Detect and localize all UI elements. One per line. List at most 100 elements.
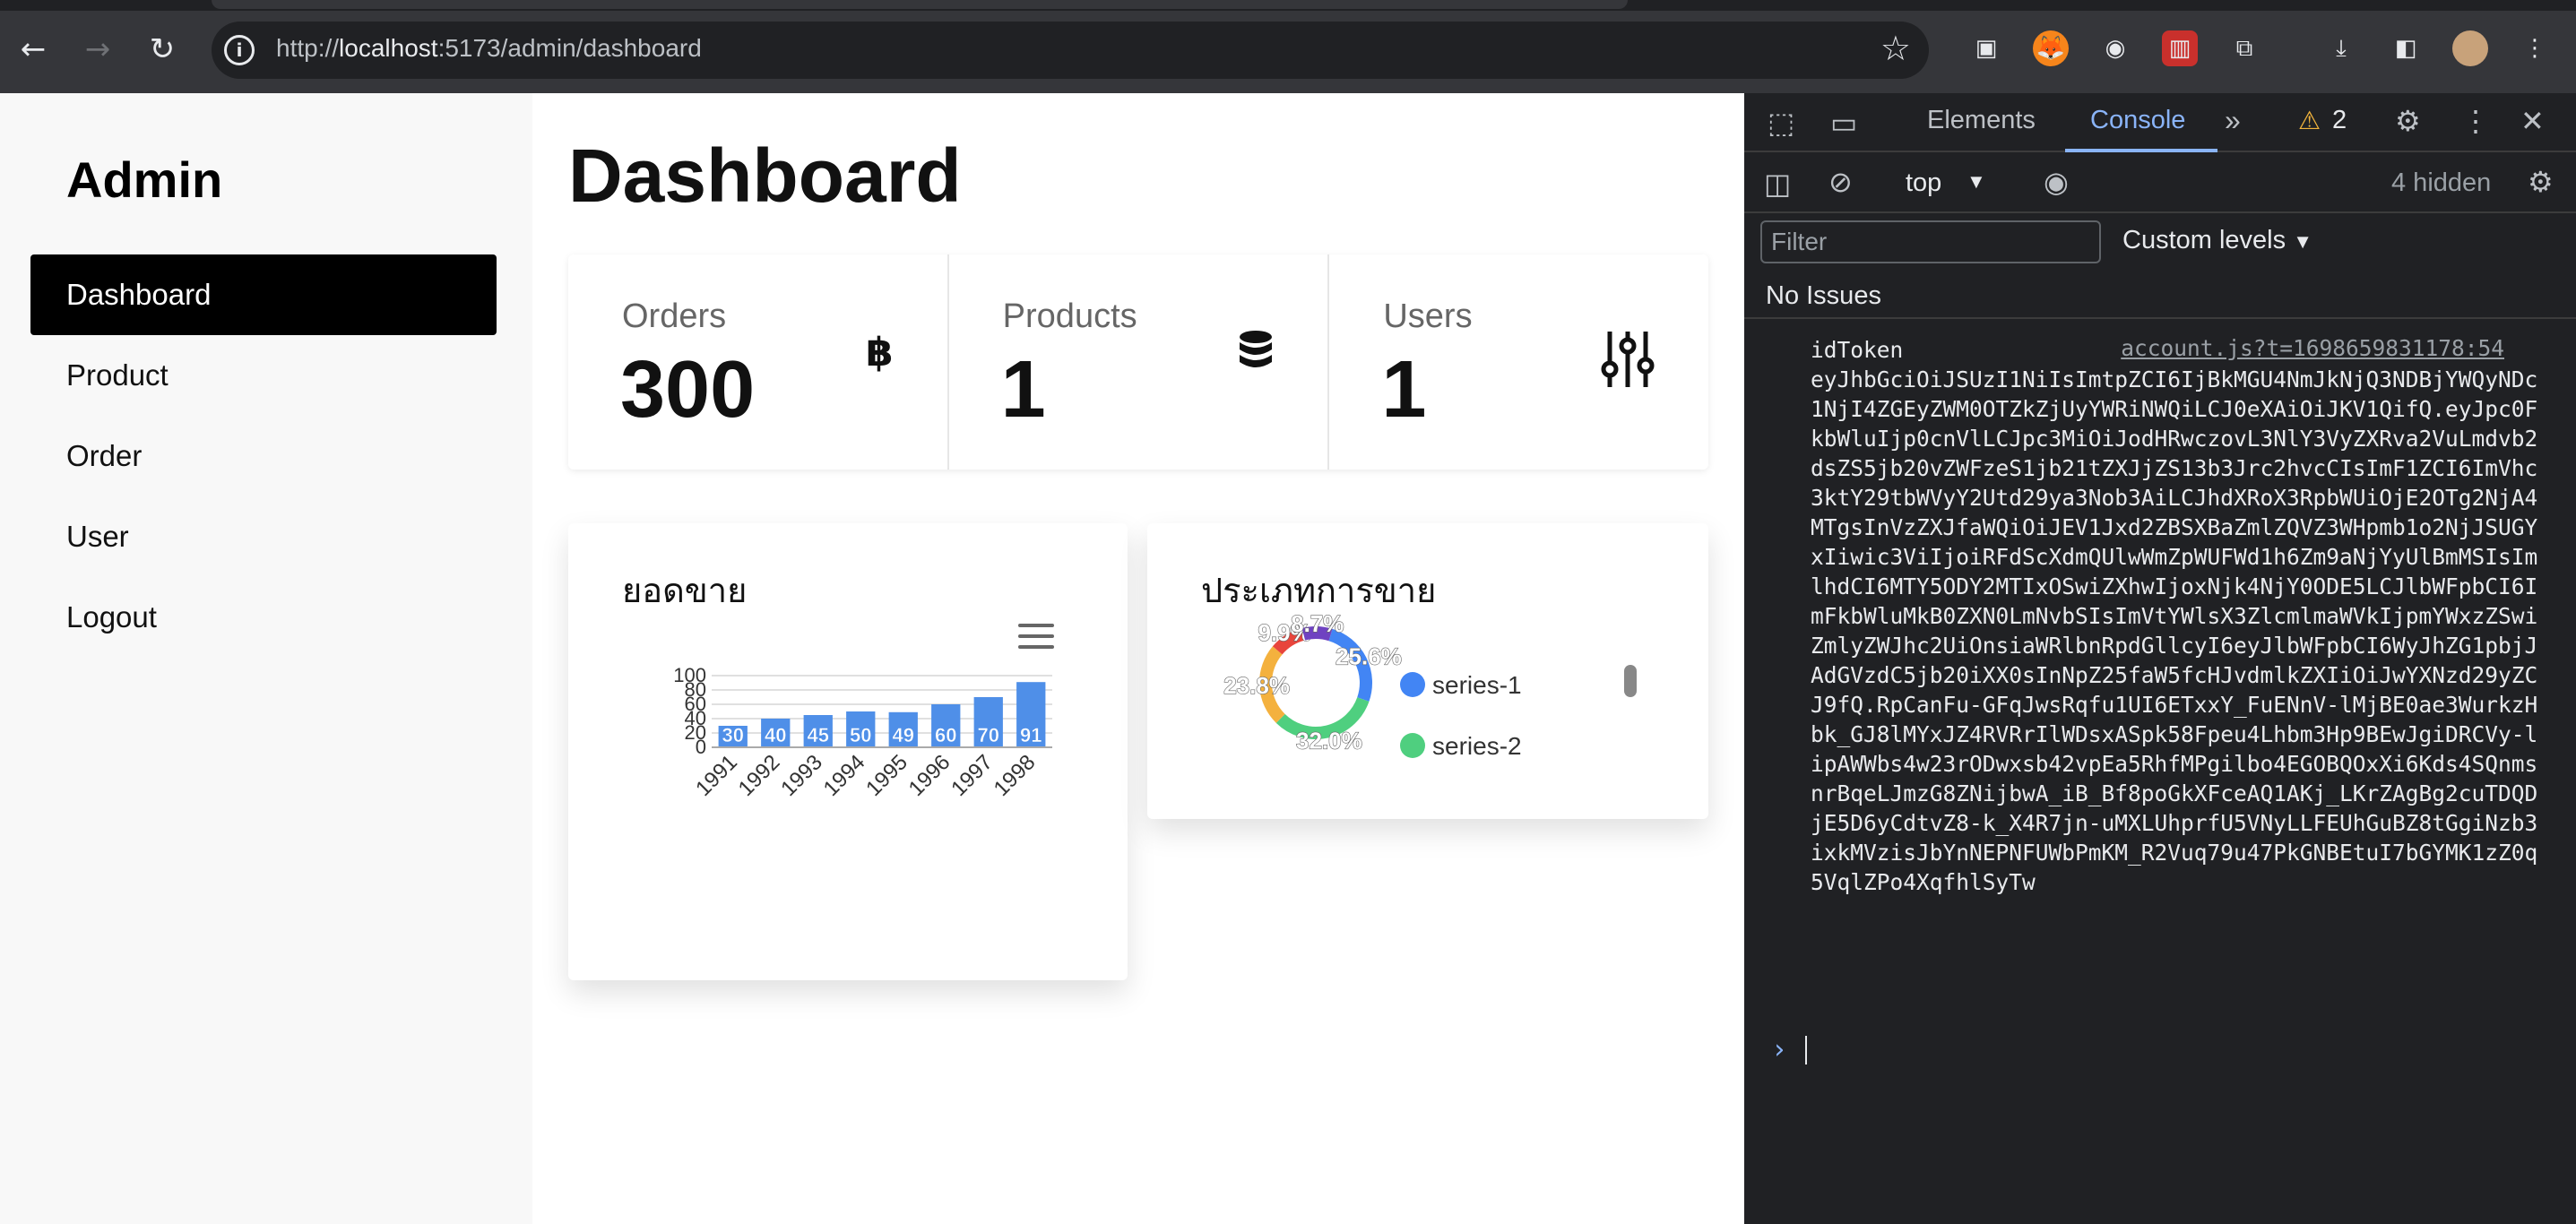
- legend-marker: [1400, 672, 1425, 697]
- bookmark-star-icon[interactable]: ☆: [1880, 29, 1911, 68]
- console-input[interactable]: [1805, 1036, 1807, 1065]
- x-tick-label: 1995: [861, 750, 912, 801]
- hidden-count: 4 hidden: [2391, 168, 2492, 197]
- log-levels-label: Custom levels: [2122, 226, 2286, 254]
- bar-data-label: 45: [808, 724, 829, 746]
- x-tick-label: 1992: [734, 750, 785, 801]
- devtools-tab-bar: ⬚ ▭ Elements Console » ⚠ 2 ⚙ ⋮ ✕: [1744, 93, 2576, 152]
- bar-data-label: 70: [978, 724, 999, 746]
- sidebar-toggle-icon[interactable]: ◫: [1764, 167, 1791, 201]
- spy-extension-icon[interactable]: ◉: [2097, 30, 2133, 66]
- x-tick-label: 1998: [990, 750, 1041, 801]
- bar-data-label: 30: [722, 724, 744, 746]
- forward-icon[interactable]: →: [75, 27, 120, 72]
- url-scheme: http://: [276, 34, 340, 62]
- clear-console-icon[interactable]: ⊘: [1828, 165, 1853, 199]
- stat-label: Users: [1383, 297, 1473, 335]
- picture-in-picture-icon[interactable]: ▣: [1968, 30, 2004, 66]
- bar-data-label: 50: [850, 724, 871, 746]
- stats-row: Orders 300 ฿ Products 1 Users 1: [568, 254, 1708, 470]
- baht-icon: ฿: [866, 330, 894, 375]
- sliders-icon: [1601, 330, 1655, 399]
- inspect-element-icon[interactable]: ⬚: [1768, 106, 1794, 140]
- sidebar-item-user[interactable]: User: [30, 496, 497, 577]
- page-title: Dashboard: [568, 134, 962, 218]
- sales-bar-chart: 1008060402003019914019924519935019944919…: [673, 664, 1052, 801]
- stat-value: 1: [1381, 345, 1427, 435]
- database-icon: [1238, 330, 1274, 381]
- warning-icon[interactable]: ⚠: [2298, 106, 2321, 135]
- sidebar-item-dashboard[interactable]: Dashboard: [30, 254, 497, 335]
- settings-gear-icon[interactable]: ⚙: [2395, 104, 2421, 138]
- issues-status: No Issues: [1766, 281, 1881, 310]
- slice-data-label: 25.6%: [1336, 642, 1402, 669]
- log-levels-dropdown[interactable]: Custom levels ▼: [2122, 226, 2312, 255]
- metamask-extension-icon[interactable]: 🦊: [2033, 30, 2069, 66]
- devtools-menu-icon[interactable]: ⋮: [2461, 104, 2490, 138]
- chrome-menu-icon[interactable]: ⋮: [2517, 30, 2553, 66]
- stat-card-users: Users 1: [1329, 254, 1708, 470]
- sidebar: Admin Dashboard Product Order User Logou…: [0, 93, 532, 1224]
- console-toolbar: ◫ ⊘ top ▼ ◉ 4 hidden ⚙: [1744, 154, 2576, 213]
- slice-data-label: 23.8%: [1223, 672, 1290, 699]
- divider: [1744, 317, 2576, 319]
- sidebar-menu: Dashboard Product Order User Logout: [30, 254, 497, 658]
- address-bar[interactable]: i http://localhost:5173/admin/dashboard …: [212, 22, 1929, 79]
- bar-data-label: 40: [765, 724, 786, 746]
- device-toolbar-icon[interactable]: ▭: [1830, 106, 1857, 140]
- console-settings-icon[interactable]: ⚙: [2528, 165, 2554, 199]
- stat-label: Orders: [622, 297, 727, 335]
- red-extension-icon[interactable]: ▥: [2162, 30, 2198, 66]
- chevron-down-icon: ▼: [2293, 230, 2312, 253]
- devtools-panel: ⬚ ▭ Elements Console » ⚠ 2 ⚙ ⋮ ✕ ◫ ⊘ top…: [1744, 93, 2576, 1224]
- x-tick-label: 1997: [947, 750, 998, 801]
- back-icon[interactable]: ←: [11, 27, 56, 72]
- side-panel-icon[interactable]: ◧: [2388, 30, 2424, 66]
- active-tab[interactable]: [212, 0, 1628, 9]
- active-tab-indicator: [2065, 149, 2217, 152]
- bar-data-label: 91: [1020, 724, 1042, 746]
- stat-value: 1: [1000, 345, 1046, 435]
- bar-data-label: 49: [893, 724, 914, 746]
- log-label: idToken: [1811, 337, 1904, 363]
- sales-chart-card: ยอดขาย 100 80 60 40 20 0 30 1991 40 1992 45 1993 50 1…: [568, 523, 1128, 980]
- site-info-icon[interactable]: i: [224, 35, 255, 65]
- stat-value: 300: [620, 345, 756, 435]
- tab-console[interactable]: Console: [2090, 106, 2185, 135]
- legend-label: series-2: [1432, 732, 1522, 760]
- url-text[interactable]: http://localhost:5173/admin/dashboard: [276, 34, 702, 63]
- sidebar-item-product[interactable]: Product: [30, 335, 497, 416]
- console-filter-input[interactable]: Filter: [1760, 220, 2101, 263]
- x-tick-label: 1993: [776, 750, 827, 801]
- legend-scrollbar[interactable]: [1624, 665, 1637, 697]
- y-tick-label: 0: [696, 736, 706, 758]
- url-path: :5173/admin/dashboard: [437, 34, 702, 62]
- tab-elements[interactable]: Elements: [1927, 106, 2036, 135]
- context-select[interactable]: top: [1906, 168, 1941, 198]
- warning-count[interactable]: 2: [2332, 106, 2347, 135]
- more-tabs-icon[interactable]: »: [2225, 104, 2241, 137]
- legend-label: series-1: [1432, 671, 1522, 699]
- browser-toolbar: ← → ↻ i http://localhost:5173/admin/dash…: [0, 0, 2576, 93]
- stat-label: Products: [1002, 297, 1137, 335]
- log-token-text: eyJhbGciOiJSUzI1NiIsImtpZCI6IjBkMGU4NmJk…: [1811, 366, 2538, 895]
- chevron-down-icon: ▼: [1967, 170, 1986, 193]
- bar-data-label: 60: [935, 724, 956, 746]
- extensions-puzzle-icon[interactable]: ⧉: [2226, 30, 2262, 66]
- sidebar-item-logout[interactable]: Logout: [30, 577, 497, 658]
- live-expression-eye-icon[interactable]: ◉: [2044, 165, 2069, 199]
- x-tick-label: 1996: [904, 750, 955, 801]
- console-log-entry: idToken eyJhbGciOiJSUzI1NiIsImtpZCI6IjBk…: [1811, 335, 2546, 897]
- url-host: localhost: [339, 34, 438, 62]
- slice-data-label: 32.0%: [1296, 727, 1362, 754]
- stat-card-orders: Orders 300 ฿: [568, 254, 949, 470]
- sidebar-item-order[interactable]: Order: [30, 416, 497, 496]
- sales-type-card: ประเภทการขาย 25.6% 32.0% 23.8% 9.9% 8.7% seri…: [1147, 523, 1708, 819]
- download-icon[interactable]: ⤓: [2323, 30, 2359, 66]
- brand-title: Admin: [66, 151, 223, 208]
- reload-icon[interactable]: ↻: [140, 27, 185, 72]
- main-content: Dashboard Orders 300 ฿ Products 1 Users …: [532, 93, 1744, 1224]
- profile-avatar[interactable]: [2452, 30, 2488, 66]
- close-devtools-icon[interactable]: ✕: [2520, 104, 2545, 138]
- console-prompt-icon: ›: [1771, 1034, 1788, 1065]
